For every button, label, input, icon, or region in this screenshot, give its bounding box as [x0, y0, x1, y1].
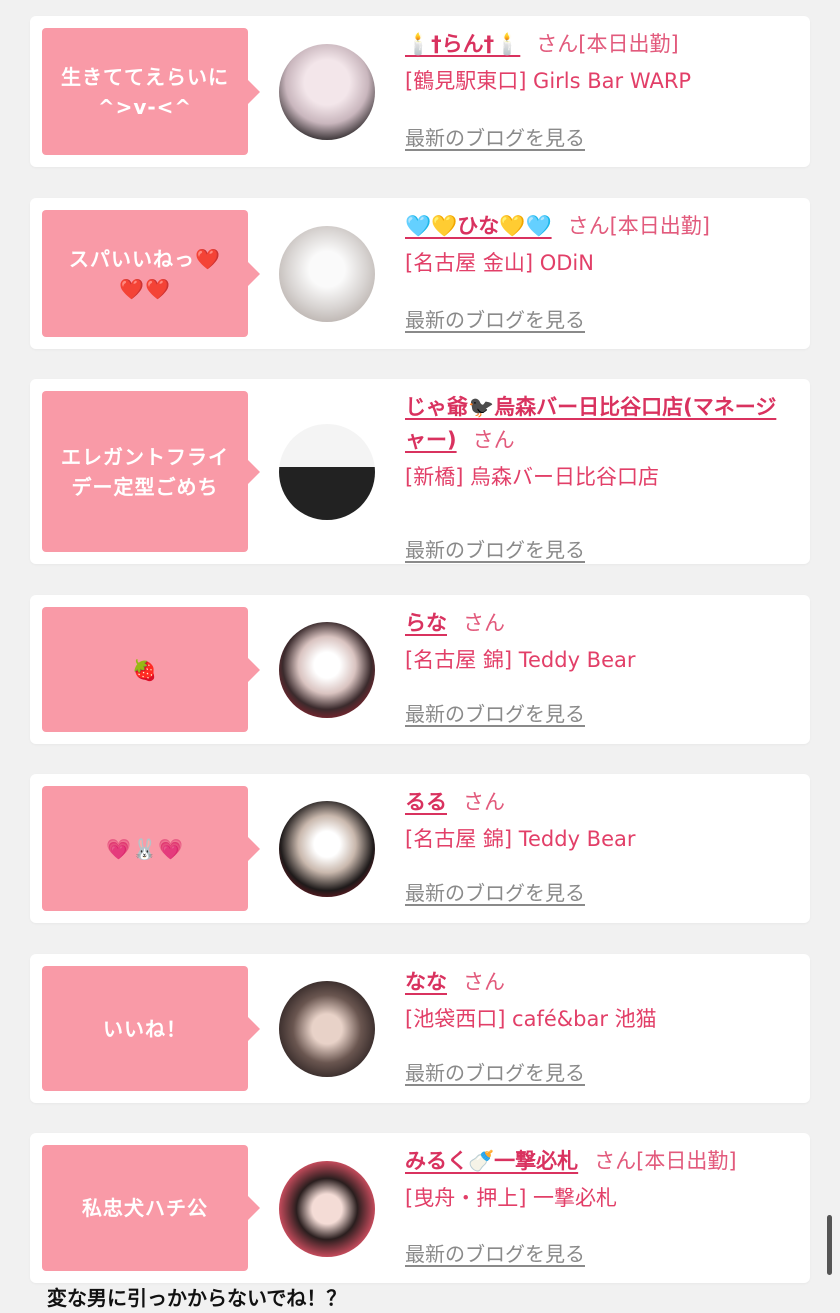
cast-name-link[interactable]: じゃ爺🐦‍⬛烏森バー日比谷口店(マネージャー) — [405, 395, 776, 452]
honorific: さん — [594, 1149, 637, 1173]
comment-bubble: 🍓 — [42, 607, 260, 732]
comment-text: スパいいねっ❤️ ❤️❤️ — [69, 246, 221, 301]
honorific: さん — [567, 214, 610, 238]
comment-text: エレガントフライ デー定型ごめち — [61, 444, 229, 499]
avatar[interactable] — [279, 226, 375, 322]
avatar[interactable] — [279, 801, 375, 897]
avatar[interactable] — [279, 424, 375, 520]
blog-link[interactable]: 最新のブログを見る — [405, 304, 585, 333]
scrollbar[interactable] — [827, 1215, 832, 1275]
cast-name-link[interactable]: るる — [405, 790, 447, 814]
shop-label[interactable]: [新橋] 烏森バー日比谷口店 — [405, 461, 796, 494]
list-item: エレガントフライ デー定型ごめち じゃ爺🐦‍⬛烏森バー日比谷口店(マネージャー)… — [30, 379, 810, 564]
attendance-badge: [本日出勤] — [609, 214, 710, 238]
avatar[interactable] — [279, 1161, 375, 1257]
comment-bubble: 💗🐰💗 — [42, 786, 260, 911]
cast-name-link[interactable]: みるく🍼一撃必札 — [405, 1149, 578, 1173]
blog-link[interactable]: 最新のブログを見る — [405, 1238, 585, 1267]
list-item: スパいいねっ❤️ ❤️❤️ 🩵💛ひな💛🩵 さん[本日出勤] [名古屋 金山] OD… — [30, 198, 810, 349]
avatar[interactable] — [279, 981, 375, 1077]
list-item: 💗🐰💗 るる さん [名古屋 錦] Teddy Bear 最新のブログを見る — [30, 774, 810, 923]
comment-bubble: スパいいねっ❤️ ❤️❤️ — [42, 210, 260, 337]
honorific: さん — [472, 428, 515, 452]
shop-label[interactable]: [池袋西口] café&bar 池猫 — [405, 1003, 796, 1036]
blog-link[interactable]: 最新のブログを見る — [405, 877, 585, 906]
attendance-badge: [本日出勤] — [636, 1149, 737, 1173]
shop-label[interactable]: [名古屋 錦] Teddy Bear — [405, 823, 796, 856]
comment-bubble: 私忠犬ハチ公 — [42, 1145, 260, 1271]
comment-text: 💗🐰💗 — [106, 836, 184, 861]
shop-label[interactable]: [鶴見駅東口] Girls Bar WARP — [405, 65, 796, 98]
shop-label[interactable]: [曳舟・押上] 一撃必札 — [405, 1182, 796, 1215]
shop-label[interactable]: [名古屋 錦] Teddy Bear — [405, 644, 796, 677]
comment-bubble: エレガントフライ デー定型ごめち — [42, 391, 260, 552]
blog-link[interactable]: 最新のブログを見る — [405, 1057, 585, 1086]
comment-bubble: 生きててえらいに ^>v-<^ — [42, 28, 260, 155]
cast-name-link[interactable]: なな — [405, 970, 447, 994]
next-comment-text: 変な男に引っかからないでね！？ — [47, 1286, 347, 1310]
shop-label[interactable]: [名古屋 金山] ODiN — [405, 247, 796, 280]
comment-text: 🍓 — [132, 657, 158, 682]
comment-text: いいね！ — [103, 1016, 187, 1041]
list-item: 私忠犬ハチ公 みるく🍼一撃必札 さん[本日出勤] [曳舟・押上] 一撃必札 最新の… — [30, 1133, 810, 1283]
avatar[interactable] — [279, 44, 375, 140]
blog-link[interactable]: 最新のブログを見る — [405, 534, 585, 563]
avatar[interactable] — [279, 622, 375, 718]
cast-name-link[interactable]: 🕯️†らん†🕯️ — [405, 32, 520, 56]
attendance-badge: [本日出勤] — [578, 32, 679, 56]
list-item: 🍓 らな さん [名古屋 錦] Teddy Bear 最新のブログを見る — [30, 595, 810, 744]
blog-link[interactable]: 最新のブログを見る — [405, 698, 585, 727]
cast-name-link[interactable]: 🩵💛ひな💛🩵 — [405, 214, 552, 238]
honorific: さん — [536, 32, 579, 56]
comment-text: 生きててえらいに ^>v-<^ — [61, 64, 229, 119]
honorific: さん — [463, 611, 505, 635]
blog-link[interactable]: 最新のブログを見る — [405, 122, 585, 151]
comment-text: 私忠犬ハチ公 — [82, 1196, 208, 1220]
honorific: さん — [463, 790, 505, 814]
list-item: いいね！ なな さん [池袋西口] café&bar 池猫 最新のブログを見る — [30, 954, 810, 1103]
list-item: 生きててえらいに ^>v-<^ 🕯️†らん†🕯️ さん[本日出勤] [鶴見駅東口]… — [30, 16, 810, 167]
comment-bubble: いいね！ — [42, 966, 260, 1091]
honorific: さん — [463, 970, 505, 994]
cast-name-link[interactable]: らな — [405, 611, 447, 635]
